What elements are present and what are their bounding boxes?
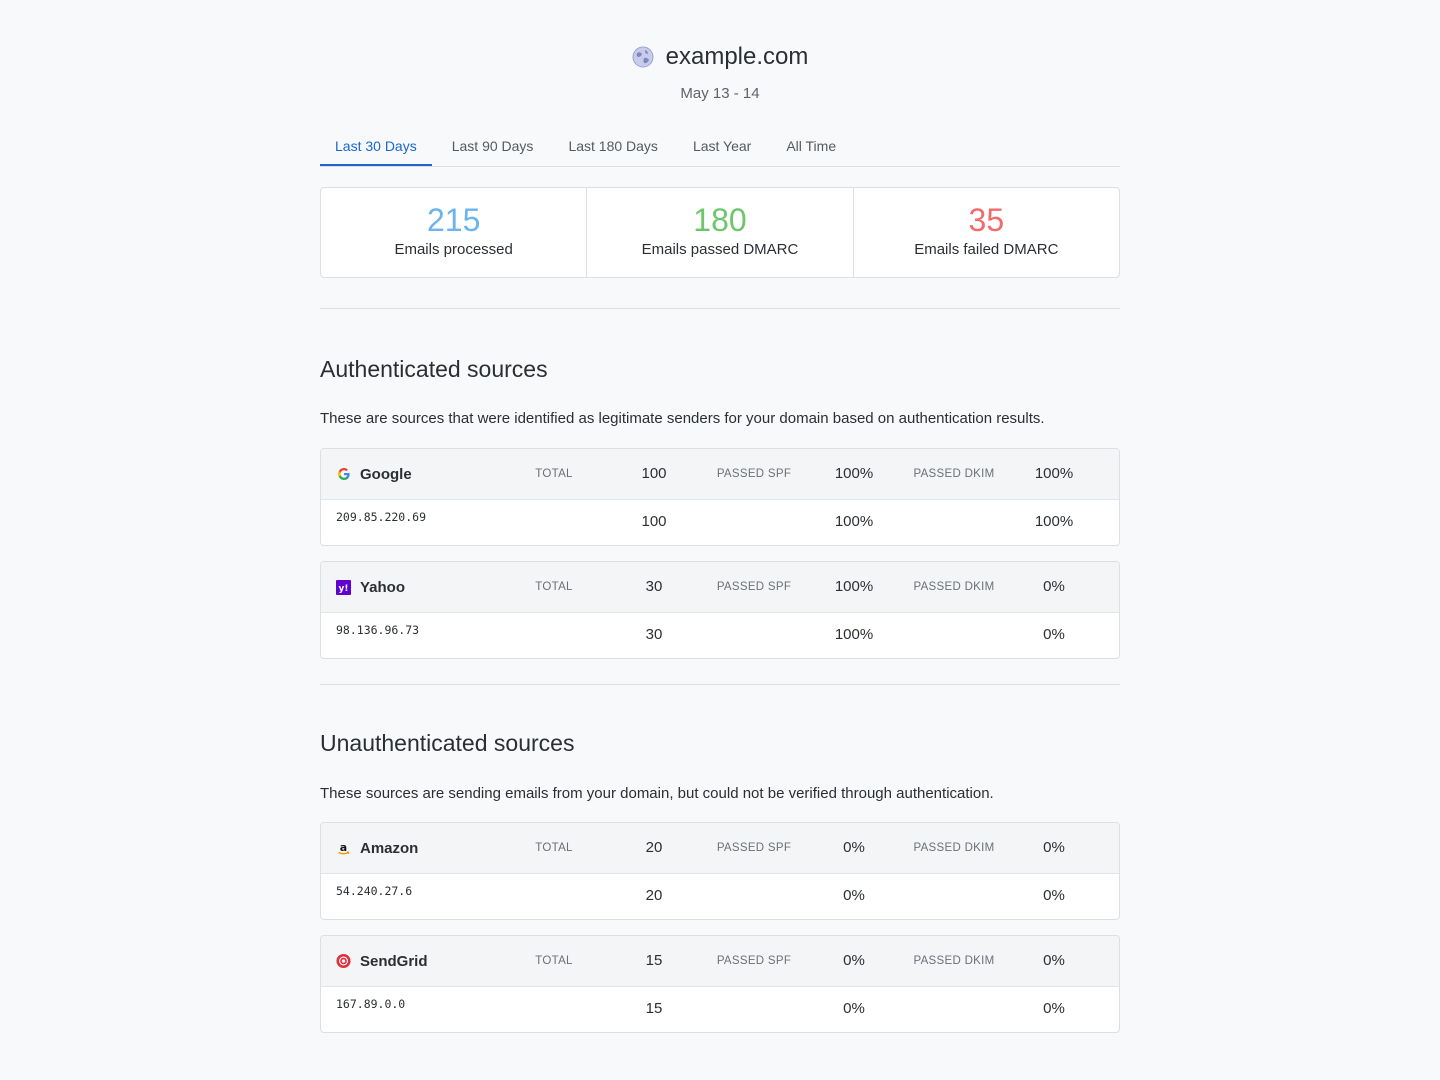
spf-value: 0% [843,1000,865,1017]
total-value: 30 [645,626,663,643]
source-name: SendGrid [360,952,428,970]
spf-value: 0% [843,952,865,969]
dkim-value: 0% [1043,887,1065,904]
divider [320,308,1120,309]
unauthenticated-description: These sources are sending emails from yo… [320,785,994,802]
divider [320,684,1120,685]
spf-value: 100% [834,513,874,530]
total-label: TOTAL [535,468,573,480]
total-value: 15 [645,952,663,969]
source-header[interactable]: a Amazon TOTAL 20 PASSED SPF 0% PASSED D… [321,823,1119,874]
stat-passed: 180 Emails passed DMARC [587,188,854,277]
source-card-amazon[interactable]: a Amazon TOTAL 20 PASSED SPF 0% PASSED D… [320,822,1120,920]
stat-label: Emails passed DMARC [641,241,799,258]
amazon-icon: a [336,841,351,856]
period-tabs: Last 30 Days Last 90 Days Last 180 Days … [320,129,1120,167]
tab-all-time[interactable]: All Time [771,129,851,166]
source-name-cell: y! Yahoo [336,562,405,612]
report-container: example.com May 13 - 14 Last 30 Days Las… [320,0,1120,1033]
spf-label: PASSED SPF [716,581,792,593]
dkim-value: 0% [1043,952,1065,969]
spf-value: 100% [834,578,874,595]
total-label: TOTAL [535,581,573,593]
dkim-value: 0% [1043,626,1065,643]
ip-row: 98.136.96.73 30 100% 0% [321,613,1119,658]
total-value: 15 [645,1000,663,1017]
total-value: 20 [645,887,663,904]
svg-text:y!: y! [339,584,349,594]
dkim-label: PASSED DKIM [913,842,995,854]
total-value: 100 [641,513,667,530]
ip-address: 167.89.0.0 [336,997,406,1011]
source-name-cell: a Amazon [336,823,418,873]
ip-row: 209.85.220.69 100 100% 100% [321,500,1119,545]
spf-value: 100% [834,465,874,482]
dkim-value: 0% [1043,839,1065,856]
stat-label: Emails processed [394,241,513,258]
total-value: 20 [645,839,663,856]
yahoo-icon: y! [336,579,351,595]
ip-row: 54.240.27.6 20 0% 0% [321,874,1119,919]
total-label: TOTAL [535,955,573,967]
ip-address: 98.136.96.73 [336,623,420,637]
source-name: Amazon [360,839,419,857]
ip-row: 167.89.0.0 15 0% 0% [321,987,1119,1032]
tab-last-30-days[interactable]: Last 30 Days [320,129,432,166]
tab-last-90-days[interactable]: Last 90 Days [437,129,549,166]
total-value: 30 [645,578,663,595]
source-card-yahoo[interactable]: y! Yahoo TOTAL 30 PASSED SPF 100% PASSED… [320,561,1120,659]
tab-last-year[interactable]: Last Year [678,129,766,166]
report-header: example.com May 13 - 14 [320,0,1120,105]
spf-label: PASSED SPF [716,955,792,967]
source-card-sendgrid[interactable]: SendGrid TOTAL 15 PASSED SPF 0% PASSED D… [320,935,1120,1033]
authenticated-description: These are sources that were identified a… [320,410,1045,427]
globe-icon [632,46,654,68]
dkim-value: 100% [1034,465,1074,482]
spf-value: 0% [843,839,865,856]
unauthenticated-title: Unauthenticated sources [320,730,575,756]
total-value: 100 [641,465,667,482]
tab-last-180-days[interactable]: Last 180 Days [553,129,673,166]
dkim-value: 0% [1043,578,1065,595]
summary-stats: 215 Emails processed 180 Emails passed D… [320,187,1120,278]
dkim-label: PASSED DKIM [913,468,995,480]
stat-failed: 35 Emails failed DMARC [854,188,1119,277]
dkim-label: PASSED DKIM [913,581,995,593]
date-range: May 13 - 14 [680,85,760,102]
source-header[interactable]: SendGrid TOTAL 15 PASSED SPF 0% PASSED D… [321,936,1119,987]
spf-label: PASSED SPF [716,842,792,854]
spf-value: 0% [843,887,865,904]
google-icon [336,467,351,482]
spf-value: 100% [834,626,874,643]
authenticated-title: Authenticated sources [320,356,548,382]
dkim-value: 0% [1043,1000,1065,1017]
stat-value: 180 [693,202,747,238]
domain-row: example.com [320,40,1120,74]
dkim-label: PASSED DKIM [913,955,995,967]
ip-address: 209.85.220.69 [336,510,427,524]
dkim-value: 100% [1034,513,1074,530]
domain-name: example.com [665,43,809,70]
source-card-google[interactable]: Google TOTAL 100 PASSED SPF 100% PASSED … [320,448,1120,546]
stat-label: Emails failed DMARC [914,241,1059,258]
ip-address: 54.240.27.6 [336,884,413,898]
source-header[interactable]: y! Yahoo TOTAL 30 PASSED SPF 100% PASSED… [321,562,1119,613]
source-header[interactable]: Google TOTAL 100 PASSED SPF 100% PASSED … [321,449,1119,500]
source-name: Google [360,465,412,483]
stat-value: 35 [968,202,1005,238]
total-label: TOTAL [535,842,573,854]
source-name-cell: SendGrid [336,936,428,986]
spf-label: PASSED SPF [716,468,792,480]
stat-value: 215 [426,202,481,238]
source-name: Yahoo [360,578,406,596]
source-name-cell: Google [336,449,412,499]
svg-text:a: a [340,841,347,854]
sendgrid-icon [336,953,351,969]
stat-processed: 215 Emails processed [321,188,588,277]
